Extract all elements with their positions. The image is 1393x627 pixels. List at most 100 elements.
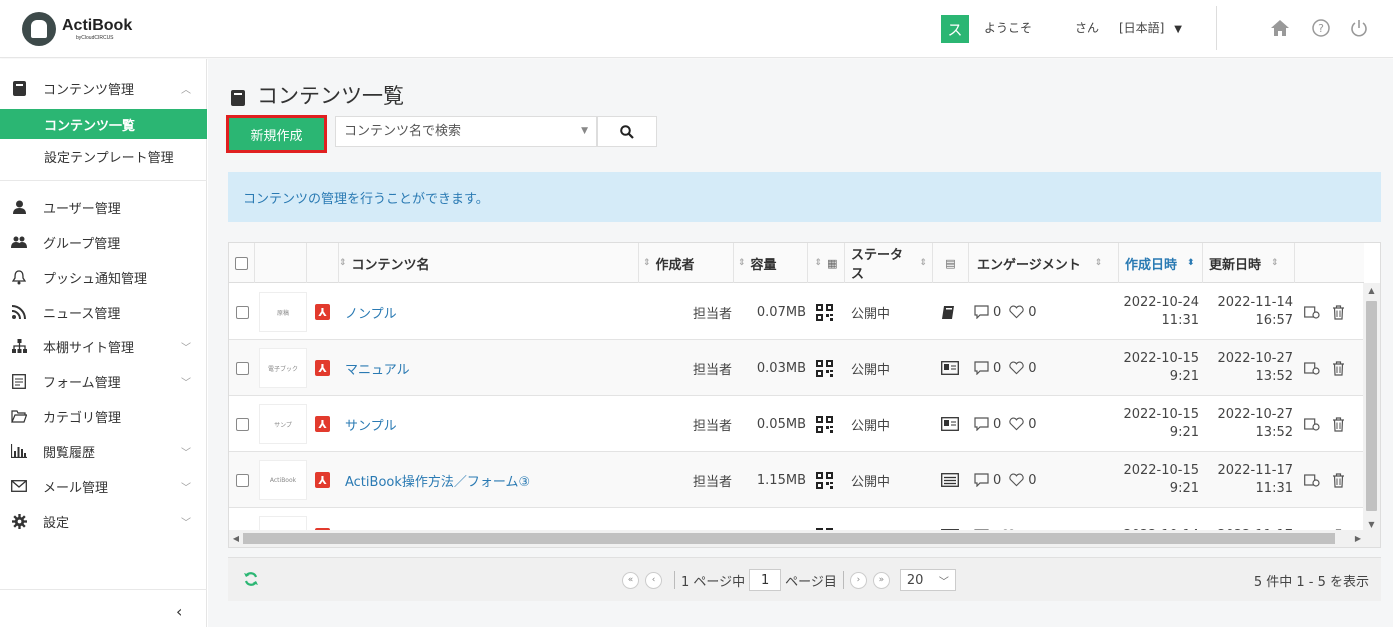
prev-page-button[interactable]: ‹ bbox=[645, 571, 662, 589]
sidebar-item-mail[interactable]: メール管理 ﹀ bbox=[0, 469, 207, 503]
row-checkbox-cell bbox=[229, 396, 255, 452]
scroll-up-icon[interactable]: ▲ bbox=[1363, 283, 1380, 297]
caret-down-icon[interactable]: ▼ bbox=[581, 126, 588, 136]
content-name[interactable]: サンプル bbox=[345, 396, 635, 452]
sidebar-item-label: 設定 bbox=[43, 515, 70, 531]
last-page-button[interactable]: » bbox=[872, 571, 890, 589]
scroll-thumb[interactable] bbox=[1366, 301, 1377, 511]
avatar[interactable]: ス bbox=[941, 15, 969, 43]
col-header-label: コンテンツ名 bbox=[351, 257, 430, 273]
created-cell: 2022-10-24 11:31 bbox=[1107, 284, 1201, 340]
sidebar-item-category[interactable]: カテゴリ管理 bbox=[0, 399, 207, 433]
qr-code-icon[interactable] bbox=[816, 452, 836, 508]
col-header-engagement[interactable]: エンゲージメント ⇕ bbox=[969, 243, 1119, 283]
search-input[interactable] bbox=[336, 117, 566, 146]
col-header-created[interactable]: 作成日時 ⬍ bbox=[1119, 243, 1203, 283]
sidebar-item-bookshelf[interactable]: 本棚サイト管理 ﹀ bbox=[0, 329, 207, 363]
row-checkbox[interactable] bbox=[235, 473, 249, 487]
sidebar-item-settings[interactable]: 設定 ﹀ bbox=[0, 504, 207, 538]
table-row[interactable]: 原稿 ⅄ ノンプル 担当者 0.07MB 公開中 0 0 2022-10-24 11:31 2022… bbox=[229, 284, 1364, 340]
new-content-button[interactable]: 新規作成 bbox=[226, 115, 327, 153]
qr-code-icon[interactable] bbox=[816, 396, 836, 452]
trash-icon[interactable] bbox=[1329, 471, 1347, 489]
col-header-name[interactable]: ⇕ コンテンツ名 bbox=[339, 243, 639, 283]
sidebar-item-users[interactable]: ユーザー管理 bbox=[0, 190, 207, 224]
thumbnail[interactable]: ActiBook bbox=[259, 452, 307, 508]
horizontal-scrollbar[interactable]: ◀ ▶ bbox=[229, 530, 1380, 547]
content-name-link[interactable]: サンプル bbox=[345, 415, 397, 434]
vertical-scrollbar[interactable]: ▲ ▼ bbox=[1363, 283, 1380, 531]
list-icon[interactable] bbox=[941, 452, 965, 508]
col-header-label: 作成者 bbox=[655, 257, 695, 273]
engagement-cell: 00 bbox=[974, 340, 1114, 396]
copy-icon[interactable] bbox=[1303, 471, 1321, 489]
content-name-link[interactable]: マニュアル bbox=[345, 359, 410, 378]
scroll-down-icon[interactable]: ▼ bbox=[1363, 517, 1380, 531]
row-checkbox[interactable] bbox=[235, 305, 249, 319]
content-name[interactable]: マニュアル bbox=[345, 340, 635, 396]
thumbnail[interactable]: 電子ブック bbox=[259, 340, 307, 396]
page-size-select[interactable]: 20 ﹀ bbox=[899, 569, 956, 591]
col-header-card[interactable]: ▤ bbox=[933, 243, 969, 283]
row-checkbox-cell bbox=[229, 340, 255, 396]
like-count: 0 bbox=[1028, 360, 1037, 376]
row-actions bbox=[1303, 396, 1363, 452]
content-name[interactable]: ノンプル bbox=[345, 284, 635, 340]
sidebar-collapse-button[interactable]: ‹ bbox=[176, 602, 182, 621]
content-name-link[interactable]: ノンプル bbox=[345, 303, 397, 322]
sidebar-item-history[interactable]: 閲覧履歴 ﹀ bbox=[0, 434, 207, 468]
thumbnail-image: 原稿 bbox=[259, 292, 307, 332]
thumbnail[interactable]: 原稿 bbox=[259, 284, 307, 340]
sidebar-item-push[interactable]: プッシュ通知管理 bbox=[0, 260, 207, 294]
col-header-updated[interactable]: 更新日時 ⇕ bbox=[1203, 243, 1295, 283]
sidebar-item-groups[interactable]: グループ管理 bbox=[0, 225, 207, 259]
power-icon[interactable] bbox=[1347, 16, 1371, 40]
copy-icon[interactable] bbox=[1303, 303, 1321, 321]
qr-code-icon[interactable] bbox=[816, 340, 836, 396]
content-name[interactable]: ActiBook操作方法／フォーム③ bbox=[345, 452, 635, 508]
user-suffix: さん bbox=[1075, 21, 1100, 35]
page-size-value: 20 bbox=[906, 572, 924, 588]
book-icon[interactable] bbox=[941, 284, 965, 340]
table-row[interactable]: サンプ ⅄ サンプル 担当者 0.05MB 公開中 0 0 2022-10-15 9:21 2022… bbox=[229, 396, 1364, 452]
first-page-button[interactable]: « bbox=[622, 571, 639, 589]
language-selector[interactable]: [日本語] ▼ bbox=[1119, 19, 1182, 36]
row-checkbox[interactable] bbox=[235, 417, 249, 431]
sidebar-item-content[interactable]: コンテンツ管理 ︿ bbox=[0, 71, 207, 105]
trash-icon[interactable] bbox=[1329, 303, 1347, 321]
col-header-qr[interactable]: ⇕ ▦ bbox=[808, 243, 845, 283]
home-icon[interactable] bbox=[1268, 16, 1292, 40]
sidebar-item-news[interactable]: ニュース管理 bbox=[0, 295, 207, 329]
help-icon[interactable]: ? bbox=[1309, 16, 1333, 40]
copy-icon[interactable] bbox=[1303, 359, 1321, 377]
thumbnail[interactable]: サンプ bbox=[259, 396, 307, 452]
sidebar-item-content-list[interactable]: コンテンツ一覧 bbox=[0, 109, 207, 139]
search-button[interactable] bbox=[597, 116, 657, 147]
col-header-size[interactable]: ⇕ 容量 bbox=[734, 243, 808, 283]
col-header-author[interactable]: ⇕ 作成者 bbox=[639, 243, 734, 283]
col-header-label: ステータス bbox=[851, 248, 904, 282]
page-number-input[interactable] bbox=[749, 569, 782, 591]
refresh-icon[interactable] bbox=[243, 571, 259, 587]
table-row[interactable]: ActiBook ⅄ ActiBook操作方法／フォーム③ 担当者 1.15MB 公開中 0… bbox=[229, 452, 1364, 508]
col-header-status[interactable]: ステータス ⇕ bbox=[845, 243, 933, 283]
row-checkbox[interactable] bbox=[235, 361, 249, 375]
status-badge: 公開中 bbox=[851, 418, 891, 434]
scroll-thumb[interactable] bbox=[243, 533, 1335, 544]
content-name-link[interactable]: ActiBook操作方法／フォーム③ bbox=[345, 471, 530, 490]
trash-icon[interactable] bbox=[1329, 415, 1347, 433]
scroll-left-icon[interactable]: ◀ bbox=[229, 530, 243, 547]
chevron-down-icon: ﹀ bbox=[181, 483, 191, 494]
next-page-button[interactable]: › bbox=[849, 571, 867, 589]
sidebar-item-template[interactable]: 設定テンプレート管理 bbox=[0, 141, 207, 171]
trash-icon[interactable] bbox=[1329, 359, 1347, 377]
qr-code-icon[interactable] bbox=[816, 284, 836, 340]
sidebar-item-forms[interactable]: フォーム管理 ﹀ bbox=[0, 364, 207, 398]
card-icon[interactable] bbox=[941, 396, 965, 452]
card-icon[interactable] bbox=[941, 340, 965, 396]
copy-icon[interactable] bbox=[1303, 415, 1321, 433]
logo[interactable]: ActiBook byCloudCIRCUS bbox=[22, 12, 132, 46]
scroll-right-icon[interactable]: ▶ bbox=[1351, 530, 1365, 547]
table-row[interactable]: 電子ブック ⅄ マニュアル 担当者 0.03MB 公開中 0 0 2022-10-15 9:21 2… bbox=[229, 340, 1364, 396]
select-all-checkbox[interactable] bbox=[235, 256, 248, 270]
